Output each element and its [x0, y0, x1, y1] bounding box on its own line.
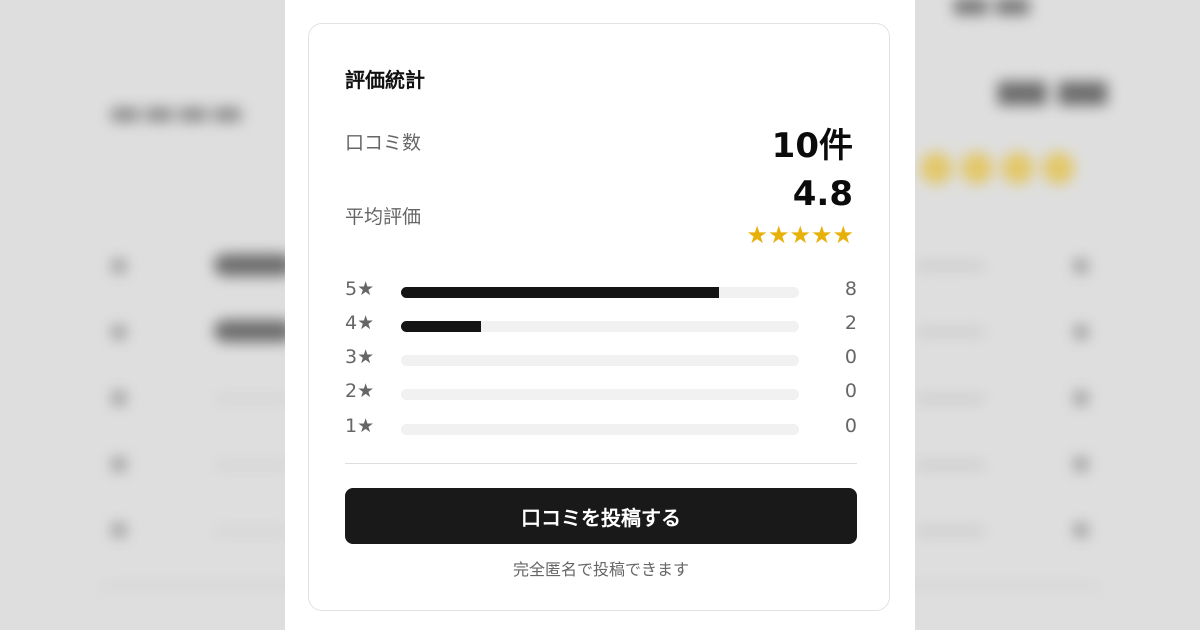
distribution-bar-track: [401, 424, 799, 435]
background-bar: [915, 461, 985, 469]
background-row-label: ▪: [110, 382, 128, 412]
distribution-bar-track: [401, 389, 799, 400]
average-star-icons: ★★★★★: [746, 221, 854, 249]
background-row-count: ▪: [1072, 250, 1090, 280]
distribution-row-2: 2★ 0: [345, 380, 857, 404]
background-stars-blur: ●●●●: [918, 140, 1081, 189]
background-score-blur: ▬▬: [992, 52, 1113, 126]
anonymous-note: 完全匿名で投稿できます: [512, 560, 689, 579]
background-bar: [915, 328, 985, 336]
background-bar: [214, 395, 294, 403]
background-count-blur: ▬▬: [950, 0, 1034, 29]
background-bar: [214, 320, 294, 342]
rating-stats-card: 評価統計 口コミ数 10件 平均評価 4.8 ★★★★★ 5★ 8 4★ 2 3…: [308, 23, 890, 611]
distribution-label: 1★: [345, 415, 375, 437]
background-row-label: ▪: [110, 448, 128, 478]
distribution-row-5: 5★ 8: [345, 278, 857, 302]
distribution-label: 3★: [345, 346, 375, 368]
distribution-label: 5★: [345, 278, 375, 300]
card-title: 評価統計: [345, 68, 425, 92]
rating-modal: 評価統計 口コミ数 10件 平均評価 4.8 ★★★★★ 5★ 8 4★ 2 3…: [285, 0, 915, 630]
distribution-bar-track: [401, 355, 799, 366]
background-row-count: ▪: [1072, 316, 1090, 346]
review-count-value: 10件: [771, 126, 853, 166]
distribution-row-4: 4★ 2: [345, 312, 857, 336]
distribution-count: 0: [844, 346, 857, 368]
distribution-row-1: 1★ 0: [345, 415, 857, 439]
average-rating-label: 平均評価: [345, 206, 422, 228]
background-row-count: ▪: [1072, 382, 1090, 412]
distribution-count: 8: [844, 278, 857, 300]
review-count-label: 口コミ数: [345, 132, 422, 154]
background-row-count: ▪: [1072, 514, 1090, 544]
section-divider: [345, 463, 857, 464]
distribution-count: 2: [844, 312, 857, 334]
background-bar: [214, 254, 294, 276]
distribution-count: 0: [844, 380, 857, 402]
background-bar: [214, 527, 294, 535]
background-bar: [915, 262, 985, 270]
distribution-bar-track: [401, 321, 799, 332]
background-bar: [915, 395, 985, 403]
distribution-bar-fill: [401, 321, 481, 332]
distribution-label: 4★: [345, 312, 375, 334]
distribution-row-3: 3★ 0: [345, 346, 857, 370]
background-row-label: ▪: [110, 316, 128, 346]
distribution-bar-track: [401, 287, 799, 298]
background-row-label: ▪: [110, 514, 128, 544]
page-stage: ▬▬▬▬ ▬▬ ▬▬ ●●●● ▪ ▪ ▪ ▪ ▪ ▪ ▪ ▪ ▪ ▪ 評価統計…: [0, 0, 1200, 630]
distribution-count: 0: [844, 415, 857, 437]
background-heading-blur: ▬▬▬▬: [108, 92, 245, 133]
background-bar: [915, 527, 985, 535]
post-review-button[interactable]: 口コミを投稿する: [345, 488, 857, 544]
distribution-label: 2★: [345, 380, 375, 402]
background-row-label: ▪: [110, 250, 128, 280]
background-bar: [214, 461, 294, 469]
distribution-bar-fill: [401, 287, 720, 298]
background-row-count: ▪: [1072, 448, 1090, 478]
average-rating-value: 4.8: [792, 174, 853, 214]
